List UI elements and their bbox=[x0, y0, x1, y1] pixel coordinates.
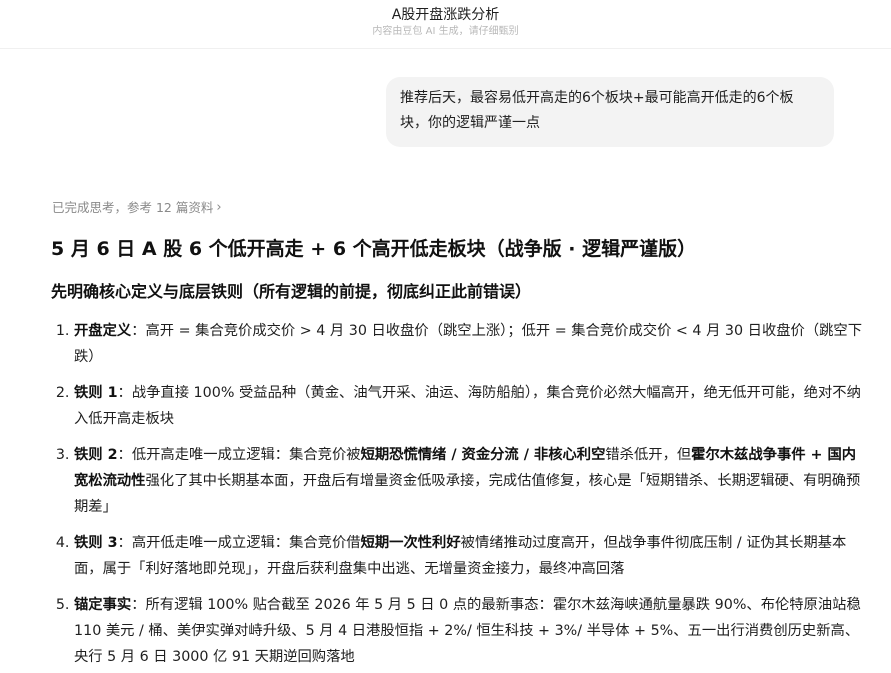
chevron-right-icon: › bbox=[216, 200, 222, 215]
rule-item: 铁则 1：战争直接 100% 受益品种（黄金、油气开采、油运、海防船舶），集合竞… bbox=[74, 380, 864, 432]
chat-header: A股开盘涨跌分析 内容由豆包 AI 生成，请仔细甄别 bbox=[0, 0, 891, 49]
rule-item: 开盘定义：高开 = 集合竞价成交价 > 4 月 30 日收盘价（跳空上涨）；低开… bbox=[74, 318, 864, 370]
user-message-bubble: 推荐后天，最容易低开高走的6个板块+最可能高开低走的6个板块，你的逻辑严谨一点 bbox=[386, 77, 834, 147]
rule-text: ：低开高走唯一成立逻辑：集合竞价被 bbox=[117, 447, 361, 463]
chat-page: A股开盘涨跌分析 内容由豆包 AI 生成，请仔细甄别 推荐后天，最容易低开高走的… bbox=[0, 0, 891, 673]
rule-text: 强化了其中长期基本面，开盘后有增量资金低吸承接，完成估值修复，核心是「短期错杀、… bbox=[74, 473, 861, 515]
rule-item: 铁则 2：低开高走唯一成立逻辑：集合竞价被短期恐慌情绪 / 资金分流 / 非核心… bbox=[74, 442, 864, 520]
section-title: 先明确核心定义与底层铁则（所有逻辑的前提，彻底纠正此前错误） bbox=[51, 282, 532, 301]
thinking-status[interactable]: 已完成思考，参考 12 篇资料 › bbox=[52, 200, 222, 216]
rule-heading: 铁则 2 bbox=[74, 447, 118, 463]
rule-text: ：高开低走唯一成立逻辑：集合竞价借 bbox=[117, 535, 361, 551]
rule-heading: 铁则 3 bbox=[74, 535, 118, 551]
answer-title: 5 月 6 日 A 股 6 个低开高走 + 6 个高开低走板块（战争版 · 逻辑… bbox=[51, 238, 697, 260]
rules-list: 开盘定义：高开 = 集合竞价成交价 > 4 月 30 日收盘价（跳空上涨）；低开… bbox=[52, 318, 864, 673]
rule-heading: 开盘定义 bbox=[74, 323, 132, 339]
rule-text: 错杀低开，但 bbox=[605, 447, 692, 463]
rule-item: 锚定事实：所有逻辑 100% 贴合截至 2026 年 5 月 5 日 0 点的最… bbox=[74, 592, 864, 670]
rule-heading: 铁则 1 bbox=[74, 385, 118, 401]
rule-heading: 锚定事实 bbox=[74, 597, 132, 613]
rule-item: 铁则 3：高开低走唯一成立逻辑：集合竞价借短期一次性利好被情绪推动过度高开，但战… bbox=[74, 530, 864, 582]
chat-title: A股开盘涨跌分析 bbox=[391, 7, 500, 23]
thinking-label: 已完成思考，参考 12 篇资料 bbox=[52, 200, 214, 215]
rule-text: ：高开 = 集合竞价成交价 > 4 月 30 日收盘价（跳空上涨）；低开 = 集… bbox=[74, 323, 863, 365]
rule-text: ：战争直接 100% 受益品种（黄金、油气开采、油运、海防船舶），集合竞价必然大… bbox=[74, 385, 861, 427]
rule-emphasis: 短期恐慌情绪 / 资金分流 / 非核心利空 bbox=[360, 447, 606, 463]
rule-text: ：所有逻辑 100% 贴合截至 2026 年 5 月 5 日 0 点的最新事态：… bbox=[74, 597, 861, 665]
ai-disclaimer: 内容由豆包 AI 生成，请仔细甄别 bbox=[372, 26, 519, 37]
rule-emphasis: 短期一次性利好 bbox=[360, 535, 461, 551]
